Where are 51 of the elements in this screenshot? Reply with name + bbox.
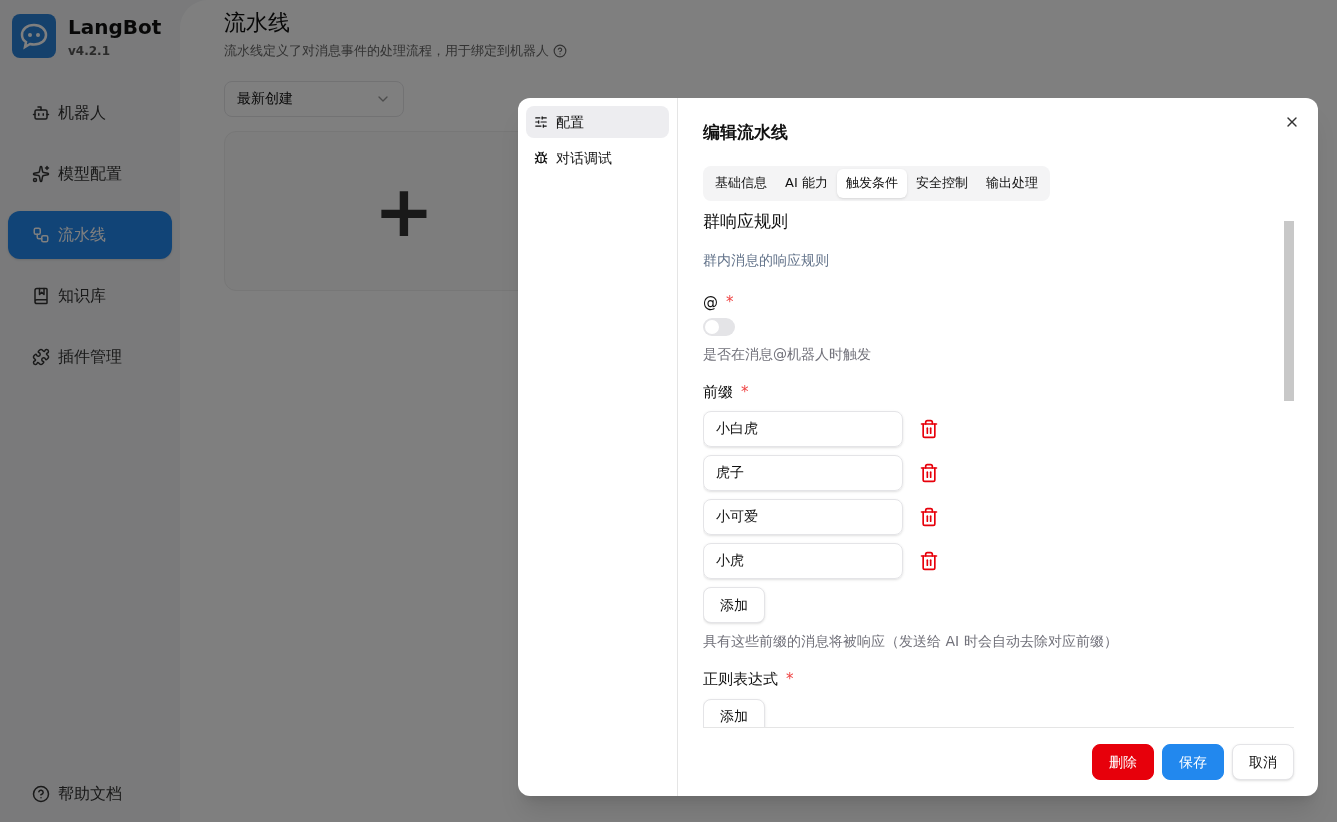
input-field[interactable]: 小虎 bbox=[703, 543, 903, 579]
trash-icon[interactable] bbox=[919, 419, 939, 439]
input-field[interactable]: 虎子 bbox=[703, 455, 903, 491]
robot-icon bbox=[32, 104, 50, 122]
help-icon bbox=[553, 43, 567, 58]
required-mark: * bbox=[786, 669, 794, 690]
tab[interactable]: 基础信息 bbox=[706, 168, 776, 198]
trash-icon[interactable] bbox=[919, 551, 939, 571]
help-icon bbox=[32, 785, 50, 803]
required-mark: * bbox=[726, 292, 734, 313]
input-field[interactable]: 小白虎 bbox=[703, 411, 903, 447]
field-label: 前缀 bbox=[703, 381, 733, 403]
toggle-switch[interactable] bbox=[703, 317, 735, 336]
page-title: 流水线 bbox=[224, 9, 291, 37]
required-mark: * bbox=[741, 381, 749, 403]
help-link[interactable]: 帮助文档 bbox=[8, 774, 172, 814]
secondary-button[interactable]: 取消 bbox=[1232, 744, 1294, 780]
section-description: 群内消息的响应规则 bbox=[703, 251, 830, 270]
nav-item[interactable]: 知识库 bbox=[8, 272, 172, 320]
trash-icon[interactable] bbox=[919, 463, 939, 483]
nav-item[interactable]: 模型配置 bbox=[8, 150, 172, 198]
tab[interactable]: 输出处理 bbox=[976, 168, 1047, 198]
section-title: 群响应规则 bbox=[703, 209, 789, 233]
workflow-icon bbox=[32, 226, 50, 244]
bug-icon bbox=[534, 151, 548, 165]
sort-select[interactable]: 最新创建 bbox=[224, 80, 404, 117]
app-version: v4.2.1 bbox=[68, 43, 111, 60]
page-description: 流水线定义了对消息事件的处理流程，用于绑定到机器人 bbox=[224, 42, 549, 60]
settings-icon bbox=[534, 115, 548, 129]
danger-button[interactable]: 删除 bbox=[1092, 744, 1154, 780]
add-button[interactable]: 添加 bbox=[703, 587, 765, 623]
field-hint: 是否在消息@机器人时触发 bbox=[703, 344, 872, 364]
nav-item[interactable]: 机器人 bbox=[8, 89, 172, 137]
primary-button[interactable]: 保存 bbox=[1162, 744, 1224, 780]
puzzle-icon bbox=[32, 348, 50, 366]
tab[interactable]: AI 能力 bbox=[776, 168, 837, 198]
side-tab[interactable]: 配置 bbox=[526, 106, 669, 138]
book-icon bbox=[32, 287, 50, 305]
field-hint: 具有这些前缀的消息将被响应（发送给 AI 时会自动去除对应前缀） bbox=[703, 632, 1119, 651]
trash-icon[interactable] bbox=[919, 507, 939, 527]
field-label: 正则表达式 bbox=[703, 669, 778, 690]
app-name: LangBot bbox=[68, 14, 162, 41]
add-button[interactable]: 添加 bbox=[703, 698, 765, 727]
logo-icon bbox=[12, 14, 56, 58]
tab[interactable]: 安全控制 bbox=[906, 168, 977, 198]
input-field[interactable]: 小可爱 bbox=[703, 499, 903, 535]
sparkle-icon bbox=[32, 165, 50, 183]
dialog-title: 编辑流水线 bbox=[703, 121, 789, 144]
tab[interactable]: 触发条件 bbox=[836, 168, 907, 198]
field-label: @ bbox=[703, 292, 718, 313]
nav-item[interactable]: 插件管理 bbox=[8, 333, 172, 381]
